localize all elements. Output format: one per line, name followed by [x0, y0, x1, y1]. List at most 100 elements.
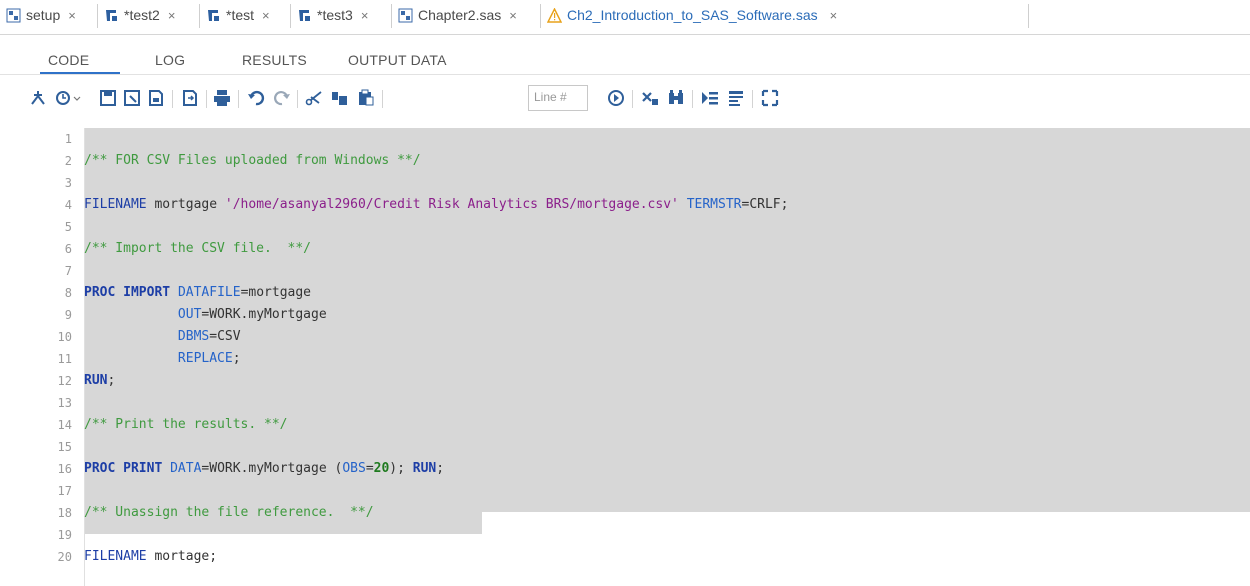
- export-icon[interactable]: [180, 88, 200, 108]
- sas-program-icon: [398, 8, 413, 23]
- line-number: 13: [57, 396, 72, 410]
- go-to-line-icon[interactable]: [606, 88, 626, 108]
- code-text: /** Import the CSV file. **/: [84, 241, 311, 256]
- code-text: /** FOR CSV Files uploaded from Windows …: [84, 153, 421, 168]
- process-flow-icon: [104, 8, 119, 23]
- program-tab-bar: setup × *test2 × *test × *test3 × Chapte…: [0, 0, 1250, 34]
- line-number: 20: [57, 550, 72, 564]
- tab-test2[interactable]: *test2 ×: [104, 3, 175, 27]
- code-text: FILENAME mortgage '/home/asanyal2960/Cre…: [84, 197, 789, 212]
- code-line: 9 OUT=WORK.myMortgage: [0, 304, 1250, 326]
- run-icon[interactable]: [28, 88, 48, 108]
- maximize-icon[interactable]: [760, 88, 780, 108]
- line-number: 6: [64, 242, 72, 256]
- close-icon[interactable]: ×: [830, 8, 838, 23]
- undo-icon[interactable]: [246, 88, 266, 108]
- clear-icon[interactable]: [640, 88, 660, 108]
- code-text: RUN;: [84, 373, 116, 388]
- code-line: 18 /** Unassign the file reference. **/: [0, 502, 1250, 524]
- code-line: 15: [0, 436, 1250, 458]
- code-line: 16 PROC PRINT DATA=WORK.myMortgage (OBS=…: [0, 458, 1250, 480]
- close-icon[interactable]: ×: [68, 8, 76, 23]
- line-number: 16: [57, 462, 72, 476]
- code-line: 4 FILENAME mortgage '/home/asanyal2960/C…: [0, 194, 1250, 216]
- toolbar-divider: [297, 90, 298, 108]
- process-flow-icon: [206, 8, 221, 23]
- tab-setup[interactable]: setup ×: [6, 3, 76, 27]
- tab-test[interactable]: *test ×: [206, 3, 270, 27]
- redo-icon[interactable]: [272, 88, 292, 108]
- find-icon[interactable]: [666, 88, 686, 108]
- code-line: 14 /** Print the results. **/: [0, 414, 1250, 436]
- code-line: 5: [0, 216, 1250, 238]
- close-icon[interactable]: ×: [509, 8, 517, 23]
- toolbar-divider: [238, 90, 239, 108]
- print-icon[interactable]: [212, 88, 232, 108]
- process-flow-icon: [297, 8, 312, 23]
- paste-icon[interactable]: [356, 88, 376, 108]
- tab-divider: [391, 4, 392, 28]
- line-number: 7: [64, 264, 72, 278]
- code-line: 7: [0, 260, 1250, 282]
- code-text: REPLACE;: [177, 351, 241, 366]
- code-line: 2 /** FOR CSV Files uploaded from Window…: [0, 150, 1250, 172]
- line-number: 12: [57, 374, 72, 388]
- tab-label: *test3: [317, 7, 353, 23]
- tab-label: setup: [26, 7, 61, 23]
- code-line: 6 /** Import the CSV file. **/: [0, 238, 1250, 260]
- tab-chapter2[interactable]: Chapter2.sas ×: [398, 3, 517, 27]
- code-text: PROC IMPORT DATAFILE=mortgage: [84, 285, 312, 300]
- snippet-icon[interactable]: [726, 88, 746, 108]
- code-line: 19: [0, 524, 1250, 546]
- save-file-icon[interactable]: [146, 88, 166, 108]
- tab-divider: [97, 4, 98, 28]
- line-number: 5: [64, 220, 72, 234]
- tab-code[interactable]: CODE: [48, 52, 89, 68]
- save-icon[interactable]: [98, 88, 118, 108]
- copy-icon[interactable]: [330, 88, 350, 108]
- line-number: 8: [64, 286, 72, 300]
- code-line: 8 PROC IMPORT DATAFILE=mortgage: [0, 282, 1250, 304]
- toolbar-divider: [382, 90, 383, 108]
- tab-label: Ch2_Introduction_to_SAS_Software.sas: [567, 7, 818, 23]
- tab-divider: [199, 4, 200, 28]
- tab-divider: [1028, 4, 1029, 28]
- line-number: 11: [57, 352, 72, 366]
- code-editor[interactable]: 1 2 /** FOR CSV Files uploaded from Wind…: [0, 128, 1250, 586]
- code-text: PROC PRINT DATA=WORK.myMortgage (OBS=20)…: [84, 461, 445, 476]
- save-as-icon[interactable]: [122, 88, 142, 108]
- line-number: 9: [64, 308, 72, 322]
- toolbar-divider: [692, 90, 693, 108]
- line-number: 18: [57, 506, 72, 520]
- toolbar-divider: [206, 90, 207, 108]
- code-line: 1: [0, 128, 1250, 150]
- line-number: 1: [64, 132, 72, 146]
- tab-test3[interactable]: *test3 ×: [297, 3, 368, 27]
- code-toolbar: [0, 84, 1250, 118]
- go-to-line-input[interactable]: Line #: [528, 85, 588, 111]
- format-code-icon[interactable]: [700, 88, 720, 108]
- code-text: /** Unassign the file reference. **/: [84, 505, 374, 520]
- close-icon[interactable]: ×: [361, 8, 369, 23]
- history-icon[interactable]: [54, 88, 82, 108]
- subtab-border: [0, 74, 1250, 75]
- code-line: 12 RUN;: [0, 370, 1250, 392]
- line-number: 17: [57, 484, 72, 498]
- warning-icon: [546, 6, 563, 23]
- tab-log[interactable]: LOG: [155, 52, 185, 68]
- line-number: 4: [64, 198, 72, 212]
- tab-label: *test2: [124, 7, 160, 23]
- close-icon[interactable]: ×: [262, 8, 270, 23]
- tab-ch2-introduction[interactable]: Ch2_Introduction_to_SAS_Software.sas ×: [546, 3, 838, 27]
- tab-output-data[interactable]: OUTPUT DATA: [348, 52, 447, 68]
- cut-icon[interactable]: [304, 88, 324, 108]
- code-line: 3: [0, 172, 1250, 194]
- line-number: 2: [64, 154, 72, 168]
- tab-results[interactable]: RESULTS: [242, 52, 307, 68]
- code-text: OUT=WORK.myMortgage: [177, 307, 327, 322]
- code-line: 17: [0, 480, 1250, 502]
- close-icon[interactable]: ×: [168, 8, 176, 23]
- tab-divider: [290, 4, 291, 28]
- toolbar-divider: [752, 90, 753, 108]
- code-text: /** Print the results. **/: [84, 417, 288, 432]
